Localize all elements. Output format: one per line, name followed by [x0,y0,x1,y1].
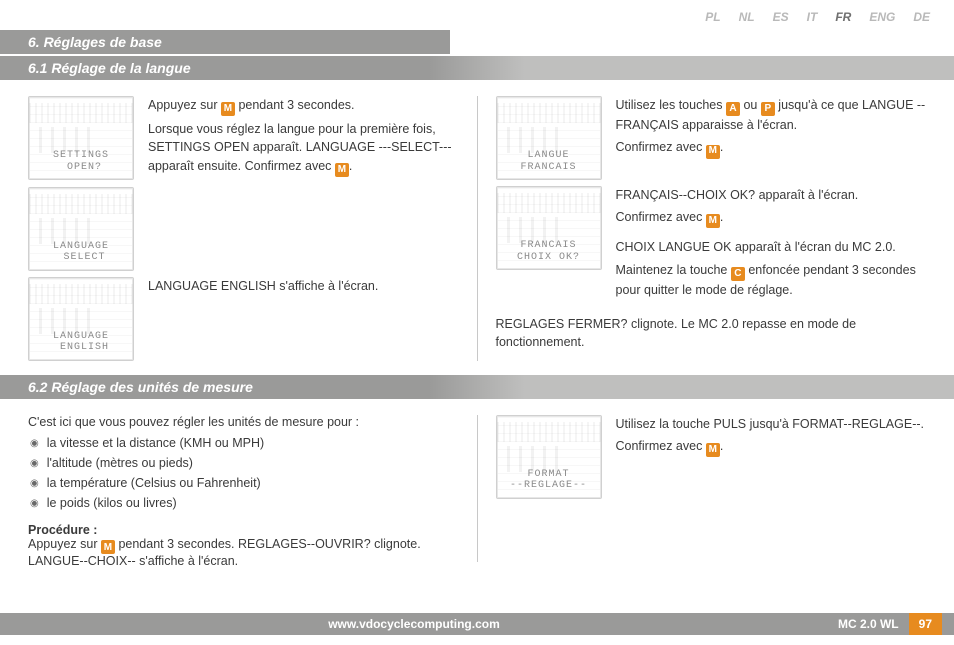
footer-model: MC 2.0 WL [828,617,909,631]
a-icon: A [726,102,740,116]
col-6-2-right: FORMAT --REGLAGE-- Utilisez la touche PU… [478,401,954,577]
m-icon: M [706,443,720,457]
lang-fr[interactable]: FR [835,10,851,24]
lang-de[interactable]: DE [913,10,930,24]
lcd-thumb-format-reglage: FORMAT --REGLAGE-- [496,415,602,499]
m-icon: M [221,102,235,116]
lcd-thumb-langue-francais: LANGUE FRANCAIS [496,96,602,180]
lcd-text: FORMAT --REGLAGE-- [497,469,601,492]
footer-url: www.vdocyclecomputing.com [0,617,828,631]
lcd-thumb-language-select: LANGUAGE SELECT [28,187,134,271]
subsection-heading-6-1: 6.1 Réglage de la langue [0,56,954,80]
section-heading-6: 6. Réglages de base [0,30,450,54]
lcd-text: LANGUAGE SELECT [29,241,133,264]
step-text: Utilisez les touches A ou P jusqu'à ce q… [616,96,927,180]
m-icon: M [101,540,115,554]
step-text: FRANÇAIS--CHOIX OK? apparaît à l'écran. … [616,186,927,303]
step-text: Utilisez la touche PULS jusqu'à FORMAT--… [616,415,927,499]
list-item: le poids (kilos ou livres) [30,493,455,513]
m-icon: M [706,214,720,228]
lang-it[interactable]: IT [807,10,818,24]
list-item: la vitesse et la distance (KMH ou MPH) [30,433,455,453]
col-6-1-left: SETTINGS OPEN? Appuyez sur M pendant 3 s… [0,82,477,375]
col-6-2-left: C'est ici que vous pouvez régler les uni… [0,401,477,577]
subsection-heading-6-2: 6.2 Réglage des unités de mesure [0,375,954,399]
lang-pl[interactable]: PL [705,10,720,24]
lcd-text: FRANCAIS CHOIX OK? [497,240,601,263]
list-item: l'altitude (mètres ou pieds) [30,453,455,473]
closing-note: REGLAGES FERMER? clignote. Le MC 2.0 rep… [496,315,927,351]
lcd-text: LANGUE FRANCAIS [497,150,601,173]
units-intro: C'est ici que vous pouvez régler les uni… [28,415,455,429]
footer-page-number: 97 [909,613,942,635]
list-item: la température (Celsius ou Fahrenheit) [30,473,455,493]
m-icon: M [335,163,349,177]
c-icon: C [731,267,745,281]
units-list: la vitesse et la distance (KMH ou MPH) l… [28,433,455,513]
lang-eng[interactable]: ENG [869,10,895,24]
lcd-thumb-language-english: LANGUAGE ENGLISH [28,277,134,361]
language-tabs: PL NL ES IT FR ENG DE [0,10,954,30]
p-icon: P [761,102,775,116]
procedure-step: Appuyez sur M pendant 3 secondes. REGLAG… [28,537,455,555]
lang-es[interactable]: ES [773,10,789,24]
lang-nl[interactable]: NL [739,10,755,24]
footer-bar: www.vdocyclecomputing.com MC 2.0 WL 97 [0,613,954,635]
procedure-heading: Procédure : [28,523,455,537]
lcd-thumb-settings-open: SETTINGS OPEN? [28,96,134,180]
step-text: LANGUAGE ENGLISH s'affiche à l'écran. [148,277,455,361]
step-text: Appuyez sur M pendant 3 secondes. Lorsqu… [148,96,455,181]
col-6-1-right: LANGUE FRANCAIS Utilisez les touches A o… [478,82,954,375]
lcd-text: SETTINGS OPEN? [29,150,133,173]
m-icon: M [706,145,720,159]
lcd-thumb-francais-choix-ok: FRANCAIS CHOIX OK? [496,186,602,270]
procedure-step: LANGUE--CHOIX-- s'affiche à l'écran. [28,554,455,568]
lcd-text: LANGUAGE ENGLISH [29,331,133,354]
